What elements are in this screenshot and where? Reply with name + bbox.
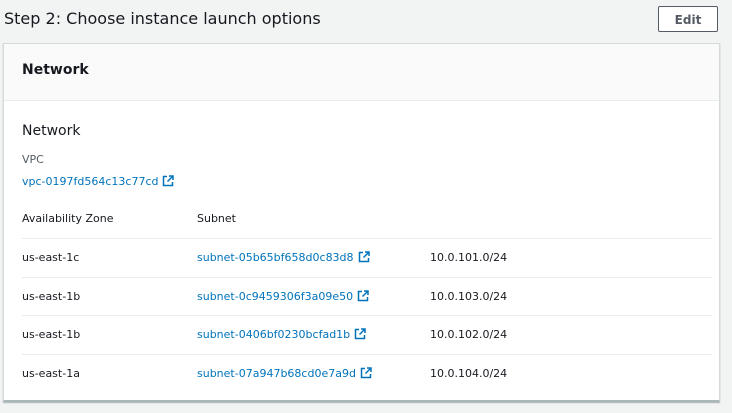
subnet-link[interactable]: subnet-07a947b68cd0e7a9d <box>197 367 372 381</box>
availability-zone: us-east-1b <box>22 290 81 303</box>
subnet-id: subnet-07a947b68cd0e7a9d <box>197 367 356 380</box>
vpc-id: vpc-0197fd564c13c77cd <box>22 175 159 188</box>
external-link-icon <box>357 290 369 302</box>
subnet-link[interactable]: subnet-0c9459306f3a09e50 <box>197 290 369 304</box>
network-section-title: Network <box>22 123 81 139</box>
external-link-icon <box>358 251 370 263</box>
vpc-link[interactable]: vpc-0197fd564c13c77cd <box>22 175 175 189</box>
table-row: us-east-1b subnet-0406bf0230bcfad1b 10.0.1… <box>22 315 712 354</box>
external-link-icon <box>360 367 372 379</box>
external-link-icon <box>163 175 175 187</box>
cidr-block: 10.0.102.0/24 <box>430 328 508 341</box>
network-panel: Network Network VPC vpc-0197fd564c13c77c… <box>3 43 720 402</box>
subnet-id: subnet-0406bf0230bcfad1b <box>197 328 351 341</box>
panel-header: Network <box>4 44 719 101</box>
edit-button[interactable]: Edit <box>658 6 718 32</box>
az-column-header: Availability Zone <box>22 212 114 225</box>
panel-title: Network <box>22 62 89 78</box>
step-title: Step 2: Choose instance launch options <box>4 9 321 28</box>
external-link-icon <box>354 328 366 340</box>
availability-zone: us-east-1a <box>22 367 80 380</box>
cidr-block: 10.0.104.0/24 <box>430 367 508 380</box>
subnet-column-header: Subnet <box>197 212 236 225</box>
table-row: us-east-1b subnet-0c9459306f3a09e50 10.0.1… <box>22 277 712 316</box>
table-row: us-east-1c subnet-05b65bf658d0c83d8 10.0.1… <box>22 238 712 277</box>
availability-zone: us-east-1b <box>22 328 81 341</box>
table-row: us-east-1a subnet-07a947b68cd0e7a9d 10.0.1… <box>22 354 712 393</box>
subnet-link[interactable]: subnet-0406bf0230bcfad1b <box>197 328 366 342</box>
subnet-link[interactable]: subnet-05b65bf658d0c83d8 <box>197 251 370 265</box>
subnet-id: subnet-05b65bf658d0c83d8 <box>197 251 354 264</box>
cidr-block: 10.0.101.0/24 <box>430 251 508 264</box>
availability-zone: us-east-1c <box>22 251 80 264</box>
subnet-id: subnet-0c9459306f3a09e50 <box>197 290 354 303</box>
vpc-label: VPC <box>22 153 44 166</box>
cidr-block: 10.0.103.0/24 <box>430 290 508 303</box>
step-header: Step 2: Choose instance launch options E… <box>0 0 732 42</box>
